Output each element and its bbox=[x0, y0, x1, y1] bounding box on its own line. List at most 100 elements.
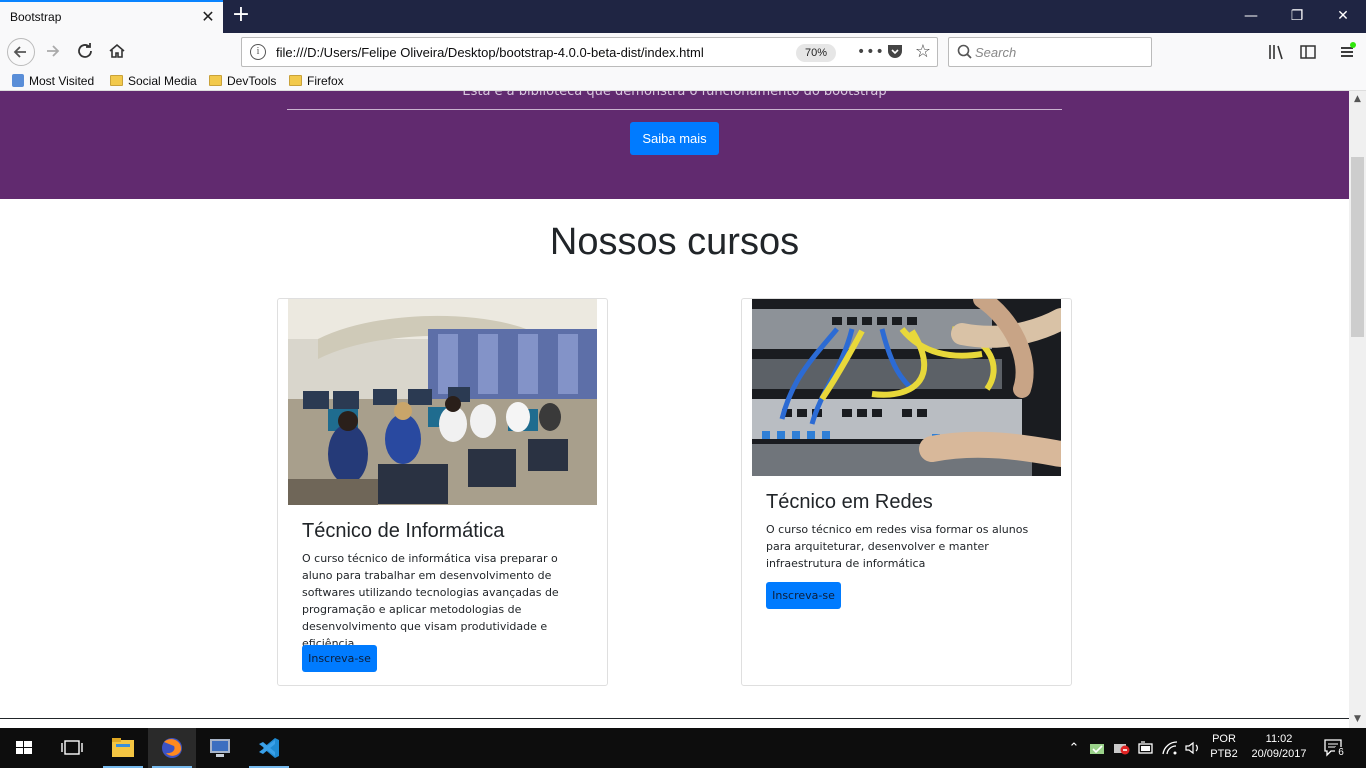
language-code: POR bbox=[1212, 733, 1236, 745]
card-title: Técnico de Informática bbox=[302, 520, 505, 542]
page-viewport: Esta é a biblioteca que demonstra o func… bbox=[0, 91, 1349, 719]
url-bar[interactable]: i file:///D:/Users/Felipe Oliveira/Deskt… bbox=[241, 37, 938, 67]
hamburger-shape bbox=[1341, 42, 1356, 57]
sidebar-icon[interactable] bbox=[1297, 42, 1319, 64]
vscode-icon bbox=[259, 738, 279, 758]
action-center-button[interactable]: 6 bbox=[1322, 738, 1347, 761]
bookmark-star-icon[interactable]: ☆ bbox=[913, 42, 933, 62]
network-switch-illustration bbox=[752, 299, 1061, 476]
saiba-mais-button[interactable]: Saiba mais bbox=[630, 122, 719, 155]
forward-button[interactable] bbox=[39, 38, 67, 66]
bookmark-label: Most Visited bbox=[29, 74, 95, 88]
battery-icon[interactable] bbox=[1137, 740, 1155, 759]
wifi-shape bbox=[1162, 741, 1178, 755]
url-input[interactable]: file:///D:/Users/Felipe Oliveira/Desktop… bbox=[276, 45, 704, 60]
search-input[interactable]: Search bbox=[975, 45, 1016, 60]
network-app[interactable] bbox=[196, 728, 244, 768]
forward-arrow-icon bbox=[47, 45, 60, 57]
jumbotron-lead: Esta é a biblioteca que demonstra o func… bbox=[462, 91, 887, 99]
folder-icon bbox=[112, 738, 134, 757]
card-text: O curso técnico de informática visa prep… bbox=[302, 552, 559, 650]
clock[interactable]: 11:02 20/09/2017 bbox=[1246, 733, 1312, 760]
bookmark-label: Social Media bbox=[128, 74, 197, 88]
network-switch-image bbox=[752, 299, 1061, 476]
home-icon bbox=[109, 43, 125, 58]
bookmark-devtools[interactable]: DevTools bbox=[209, 72, 276, 90]
file-explorer-app[interactable] bbox=[99, 728, 147, 768]
bookmarks-toolbar: Most Visited Social Media DevTools Firef… bbox=[0, 71, 1366, 91]
search-icon bbox=[957, 44, 972, 59]
inscreva-se-button[interactable]: Inscreva-se bbox=[302, 645, 377, 672]
search-bar[interactable]: Search bbox=[948, 37, 1152, 67]
start-button[interactable] bbox=[0, 728, 48, 768]
scroll-down-arrow-icon[interactable]: ▼ bbox=[1349, 711, 1366, 728]
most-visited-icon bbox=[12, 74, 24, 87]
firefox-icon bbox=[162, 738, 182, 758]
bookmark-social-media[interactable]: Social Media bbox=[110, 72, 197, 90]
speaker-shape bbox=[1185, 741, 1198, 755]
folder-icon bbox=[209, 75, 222, 86]
sync-icon bbox=[1090, 744, 1104, 754]
keyboard-layout: PTB2 bbox=[1210, 748, 1238, 760]
notification-count: 6 bbox=[1335, 747, 1347, 759]
folder-icon bbox=[110, 75, 123, 86]
language-indicator[interactable]: POR PTB2 bbox=[1208, 733, 1240, 760]
clock-date: 20/09/2017 bbox=[1251, 748, 1307, 760]
tab-close-icon[interactable]: ✕ bbox=[199, 8, 217, 26]
security-alert-icon[interactable] bbox=[1113, 740, 1131, 759]
section-title: Nossos cursos bbox=[549, 221, 800, 263]
back-arrow-icon bbox=[13, 46, 26, 58]
tab-bootstrap[interactable]: Bootstrap ✕ bbox=[0, 0, 223, 33]
wifi-icon[interactable] bbox=[1161, 740, 1179, 759]
bookmark-label: Firefox bbox=[307, 74, 344, 88]
new-tab-button[interactable]: + bbox=[230, 4, 252, 27]
vscode-app[interactable] bbox=[245, 728, 293, 768]
inscreva-se-button[interactable]: Inscreva-se bbox=[766, 582, 841, 609]
scrollbar-thumb[interactable] bbox=[1351, 157, 1364, 337]
folder-icon bbox=[289, 75, 302, 86]
firefox-app[interactable] bbox=[148, 728, 196, 768]
card-text: O curso técnico em redes visa formar os … bbox=[766, 523, 1029, 570]
sidebar-shape bbox=[1300, 45, 1316, 59]
windows-taskbar: ⌃ POR PTB2 11:02 20/09/2017 6 bbox=[0, 728, 1366, 768]
bookmark-firefox[interactable]: Firefox bbox=[289, 72, 344, 90]
library-icon[interactable] bbox=[1265, 42, 1287, 64]
jumbotron-divider bbox=[287, 109, 1062, 110]
scroll-up-arrow-icon[interactable]: ▲ bbox=[1349, 91, 1366, 108]
task-view-icon bbox=[61, 740, 83, 755]
zoom-level-badge[interactable]: 70% bbox=[796, 44, 836, 62]
browser-titlebar: Bootstrap ✕ + — ❐ ✕ bbox=[0, 0, 1366, 33]
bookmark-most-visited[interactable]: Most Visited bbox=[12, 72, 94, 90]
computer-lab-image bbox=[288, 299, 597, 505]
card-title: Técnico em Redes bbox=[766, 491, 933, 513]
home-button[interactable] bbox=[103, 38, 131, 66]
navigation-toolbar: i file:///D:/Users/Felipe Oliveira/Deskt… bbox=[0, 33, 1366, 71]
course-card: Técnico de Informática O curso técnico d… bbox=[277, 298, 608, 686]
task-view-button[interactable] bbox=[48, 728, 96, 768]
info-icon[interactable]: i bbox=[250, 44, 266, 60]
windows-logo-icon bbox=[16, 741, 32, 754]
bookmark-label: DevTools bbox=[227, 74, 277, 88]
volume-icon[interactable] bbox=[1184, 740, 1202, 759]
course-card: Técnico em Redes O curso técnico em rede… bbox=[741, 298, 1072, 686]
vertical-scrollbar[interactable]: ▲ ▼ bbox=[1349, 91, 1366, 728]
sync-status-icon[interactable] bbox=[1089, 740, 1107, 759]
alert-icon bbox=[1114, 744, 1130, 755]
pocket-shape bbox=[888, 45, 902, 58]
close-window-button[interactable]: ✕ bbox=[1320, 0, 1366, 33]
reload-button[interactable] bbox=[71, 38, 99, 66]
restore-button[interactable]: ❐ bbox=[1274, 0, 1320, 33]
back-button[interactable] bbox=[7, 38, 35, 66]
battery-shape bbox=[1138, 741, 1153, 754]
menu-icon[interactable] bbox=[1336, 42, 1358, 64]
computer-lab-illustration bbox=[288, 299, 597, 505]
remote-desktop-icon bbox=[210, 739, 230, 757]
page-footer bbox=[0, 718, 1349, 719]
show-hidden-icons-icon[interactable]: ⌃ bbox=[1066, 740, 1082, 756]
page-actions-icon[interactable]: ••• bbox=[857, 42, 884, 62]
jumbotron: Esta é a biblioteca que demonstra o func… bbox=[0, 91, 1349, 199]
pocket-icon[interactable] bbox=[885, 42, 905, 62]
library-shape bbox=[1269, 45, 1283, 60]
tab-title: Bootstrap bbox=[10, 10, 62, 24]
minimize-button[interactable]: — bbox=[1228, 0, 1274, 33]
